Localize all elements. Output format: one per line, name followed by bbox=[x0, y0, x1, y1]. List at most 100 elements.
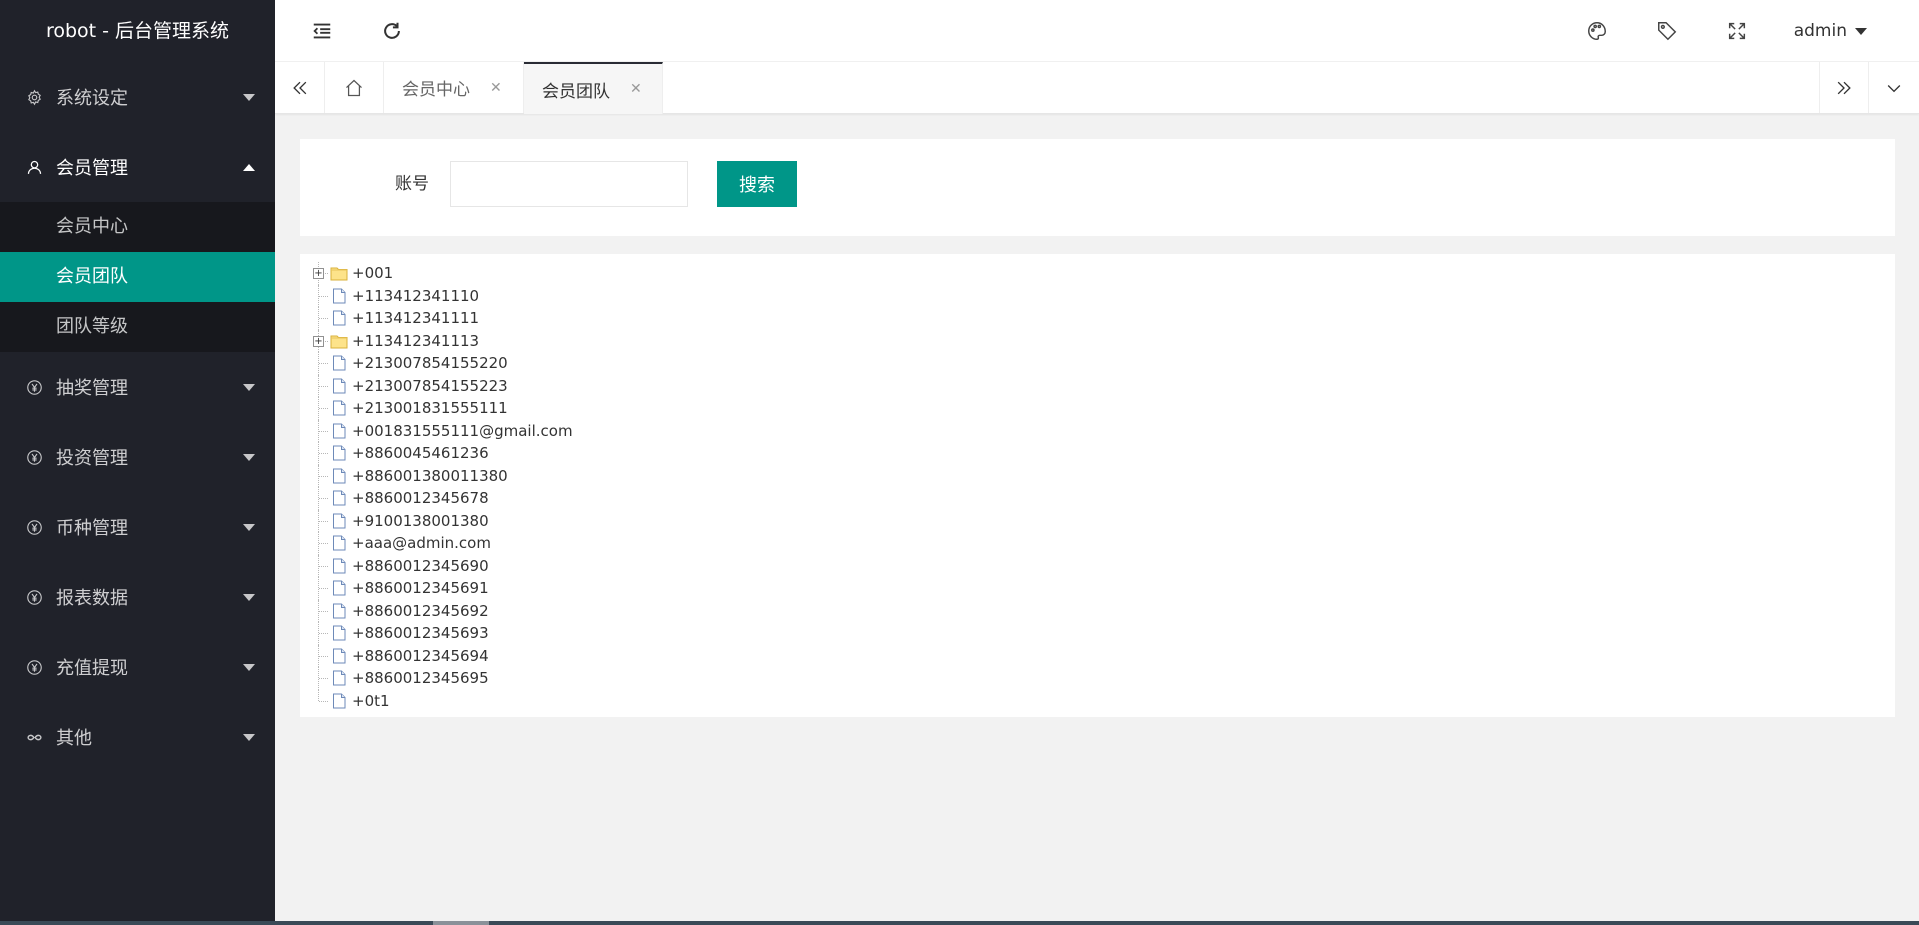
expand-icon[interactable]: + bbox=[313, 335, 324, 347]
sidebar-item-member-team[interactable]: 会员团队 bbox=[0, 252, 275, 302]
tree-node-label[interactable]: +113412341113 bbox=[352, 330, 479, 353]
tree-node-label[interactable]: +8860012345693 bbox=[352, 622, 489, 645]
fullscreen-button[interactable] bbox=[1712, 0, 1762, 62]
tree-node[interactable]: +9100138001380 bbox=[310, 509, 1895, 533]
tree-node-label[interactable]: +8860045461236 bbox=[352, 442, 489, 465]
submenu-member-management: 会员中心 会员团队 团队等级 bbox=[0, 202, 275, 352]
tab-member-team[interactable]: 会员团队 ✕ bbox=[524, 62, 663, 114]
tree-node[interactable]: +8860012345693 bbox=[310, 622, 1895, 645]
tree-node-label[interactable]: +8860012345690 bbox=[352, 555, 489, 578]
tree-node-label[interactable]: +8860012345691 bbox=[352, 577, 489, 600]
tree-node[interactable]: +113412341110 bbox=[310, 284, 1895, 308]
expand-icon[interactable]: + bbox=[313, 268, 324, 280]
tree-node[interactable]: +213007854155223 bbox=[310, 374, 1895, 398]
sidebar-item-member-center[interactable]: 会员中心 bbox=[0, 202, 275, 252]
tree-node[interactable]: +113412341111 bbox=[310, 307, 1895, 330]
tree-node-label[interactable]: +213007854155223 bbox=[352, 375, 508, 398]
tree-node-label[interactable]: +886001380011380 bbox=[352, 465, 508, 488]
sidebar-item-other[interactable]: 其他 bbox=[0, 702, 275, 772]
tree-connector-branch bbox=[319, 475, 328, 477]
file-icon bbox=[330, 648, 348, 664]
sidebar-item-investment-management[interactable]: 投资管理 bbox=[0, 422, 275, 492]
file-icon bbox=[330, 378, 348, 394]
tabs-scroll-right-button[interactable] bbox=[1819, 62, 1869, 113]
file-icon bbox=[330, 670, 348, 686]
close-icon[interactable]: ✕ bbox=[630, 81, 642, 97]
sidebar-item-member-management[interactable]: 会员管理 bbox=[0, 132, 275, 202]
file-icon bbox=[330, 310, 348, 326]
yen-icon bbox=[26, 449, 43, 466]
tree-node-label[interactable]: +9100138001380 bbox=[352, 510, 489, 533]
tree-node[interactable]: +213007854155220 bbox=[310, 352, 1895, 375]
tree-node[interactable]: +8860012345694 bbox=[310, 644, 1895, 668]
sidebar-item-report-data[interactable]: 报表数据 bbox=[0, 562, 275, 632]
tree-node[interactable]: +8860012345695 bbox=[310, 667, 1895, 690]
chevron-down-icon bbox=[243, 734, 255, 741]
account-input[interactable] bbox=[450, 161, 688, 207]
sidebar-item-label: 投资管理 bbox=[56, 448, 128, 469]
sidebar-item-system-settings[interactable]: 系统设定 bbox=[0, 62, 275, 132]
tabs-scroll-left-button[interactable] bbox=[275, 62, 325, 113]
file-icon bbox=[330, 445, 348, 461]
file-icon bbox=[330, 288, 348, 304]
tree-node-label[interactable]: +8860012345692 bbox=[352, 600, 489, 623]
user-menu[interactable]: admin bbox=[1794, 0, 1867, 62]
tree-node-label[interactable]: +8860012345694 bbox=[352, 645, 489, 668]
scrollbar-thumb[interactable] bbox=[433, 921, 489, 925]
tree-connector-branch bbox=[319, 385, 328, 387]
file-icon bbox=[330, 490, 348, 506]
collapse-sidebar-button[interactable] bbox=[297, 0, 347, 62]
tree-connector-branch bbox=[319, 543, 328, 545]
tree-node-label[interactable]: +213001831555111 bbox=[352, 397, 508, 420]
tree-connector-branch bbox=[319, 430, 328, 432]
close-icon[interactable]: ✕ bbox=[490, 80, 502, 96]
tree-node[interactable]: +0t1 bbox=[310, 689, 1895, 713]
sidebar-item-lottery-management[interactable]: 抽奖管理 bbox=[0, 352, 275, 422]
tree-node-label[interactable]: +8860012345695 bbox=[352, 667, 489, 690]
user-icon bbox=[26, 159, 43, 176]
gear-icon bbox=[26, 89, 43, 106]
tree-node[interactable]: +8860012345678 bbox=[310, 487, 1895, 510]
tree-node-label[interactable]: +001831555111@gmail.com bbox=[352, 420, 573, 443]
tree-node[interactable]: +213001831555111 bbox=[310, 397, 1895, 420]
tree-node-label[interactable]: +113412341110 bbox=[352, 285, 479, 308]
refresh-button[interactable] bbox=[367, 0, 417, 62]
sidebar-item-label: 报表数据 bbox=[56, 588, 128, 609]
tag-button[interactable] bbox=[1642, 0, 1692, 62]
chevron-down-icon bbox=[243, 594, 255, 601]
tree-node[interactable]: + +113412341113 bbox=[310, 329, 1895, 353]
tree-node-label[interactable]: +8860012345678 bbox=[352, 487, 489, 510]
tree-node[interactable]: +8860012345690 bbox=[310, 554, 1895, 578]
tree-node[interactable]: +886001380011380 bbox=[310, 464, 1895, 488]
tree-node[interactable]: +001831555111@gmail.com bbox=[310, 419, 1895, 443]
search-panel: 账号 搜索 bbox=[300, 139, 1895, 236]
sidebar: robot - 后台管理系统 系统设定 会员管理 会员中心 会员团队 团队等级 … bbox=[0, 0, 275, 925]
tree-connector-branch bbox=[319, 655, 328, 657]
sidebar-item-team-level[interactable]: 团队等级 bbox=[0, 302, 275, 352]
horizontal-scrollbar[interactable] bbox=[0, 921, 1919, 925]
theme-button[interactable] bbox=[1572, 0, 1622, 62]
tree-connector-branch bbox=[319, 363, 328, 365]
chevron-down-icon bbox=[243, 384, 255, 391]
tree-node-label[interactable]: +aaa@admin.com bbox=[352, 532, 491, 555]
tree-node[interactable]: +8860045461236 bbox=[310, 442, 1895, 465]
tree-node-label[interactable]: +001 bbox=[352, 262, 393, 285]
tree-node-label[interactable]: +213007854155220 bbox=[352, 352, 508, 375]
tree-node-label[interactable]: +113412341111 bbox=[352, 307, 479, 330]
tree-node[interactable]: +aaa@admin.com bbox=[310, 532, 1895, 555]
tree-node[interactable]: +8860012345691 bbox=[310, 577, 1895, 600]
tree-node[interactable]: + +001 bbox=[310, 262, 1895, 285]
sidebar-item-label: 系统设定 bbox=[56, 88, 128, 109]
yen-icon bbox=[26, 379, 43, 396]
search-button[interactable]: 搜索 bbox=[717, 161, 797, 207]
home-icon bbox=[346, 79, 362, 96]
sidebar-item-recharge-withdraw[interactable]: 充值提现 bbox=[0, 632, 275, 702]
tabs-menu-button[interactable] bbox=[1869, 62, 1919, 113]
tab-member-center[interactable]: 会员中心 ✕ bbox=[384, 62, 524, 113]
tree-node-label[interactable]: +0t1 bbox=[352, 690, 390, 713]
member-tree: + +001 +113412341110 +113412341111 + +1134123… bbox=[310, 262, 1895, 712]
sidebar-item-currency-management[interactable]: 币种管理 bbox=[0, 492, 275, 562]
tab-home[interactable] bbox=[325, 62, 384, 113]
tree-connector-branch bbox=[319, 408, 328, 410]
tree-node[interactable]: +8860012345692 bbox=[310, 599, 1895, 623]
